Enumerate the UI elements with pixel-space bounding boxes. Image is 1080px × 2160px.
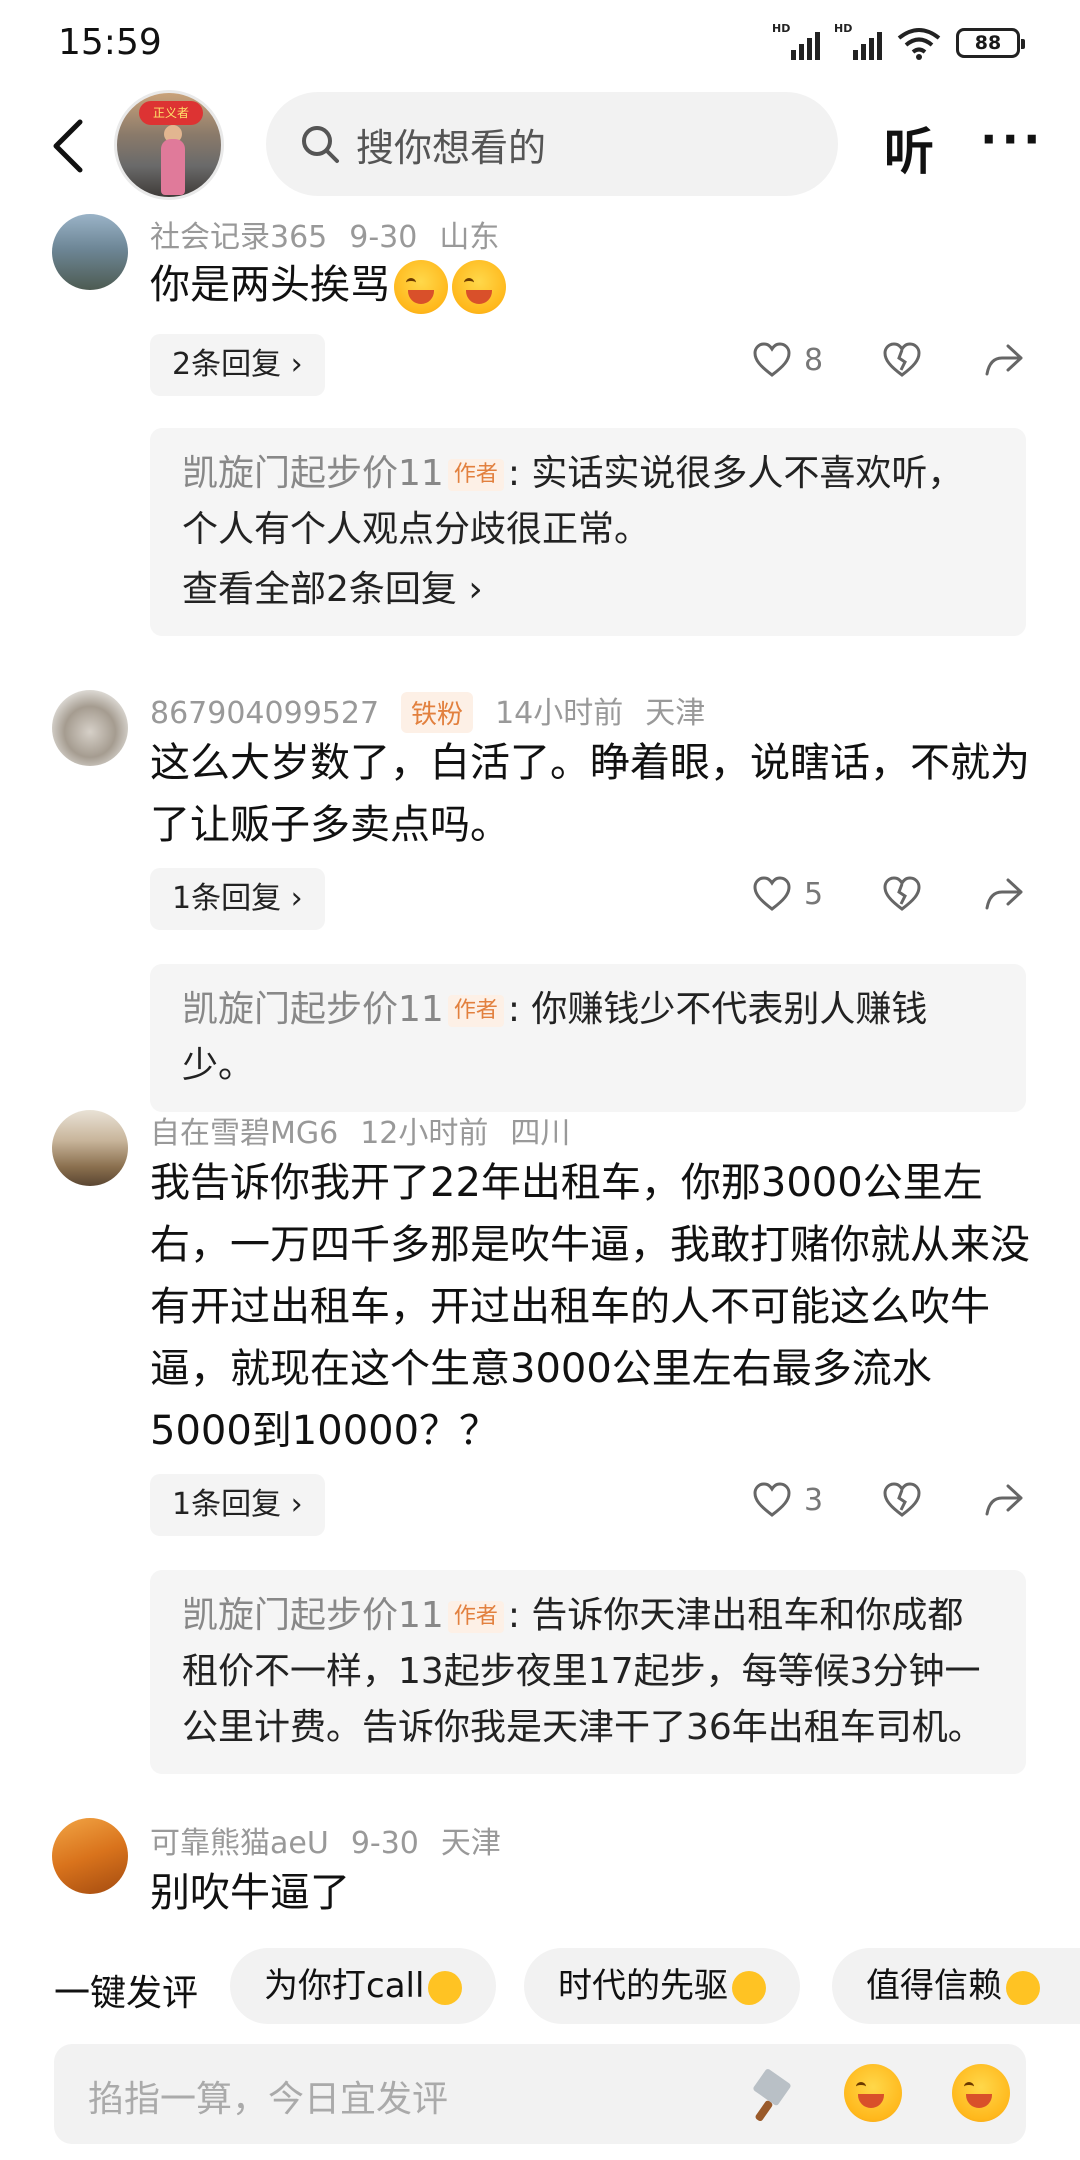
reply-author[interactable]: 凯旋门起步价11 bbox=[182, 1595, 444, 1636]
flex-emoji-icon bbox=[732, 1970, 766, 2005]
author-reply[interactable]: 凯旋门起步价11 作者: 告诉你天津出租车和你成都租价不一样，13起步夜里17起步… bbox=[150, 1570, 1026, 1774]
laughing-crying-emoji bbox=[452, 260, 506, 314]
status-icons: HD HD 88 bbox=[772, 22, 1025, 60]
more-button[interactable]: ··· bbox=[980, 112, 1044, 166]
quick-comment-bar: 一键发评 为你打call 时代的先驱 值得信赖 bbox=[0, 1946, 1080, 2026]
broken-heart-icon[interactable] bbox=[882, 1482, 922, 1518]
reply-author[interactable]: 凯旋门起步价11 bbox=[182, 453, 444, 494]
replies-button[interactable]: 1条回复 › bbox=[150, 1474, 325, 1536]
composer-placeholder: 掐指一算，今日宜发评 bbox=[88, 2079, 449, 2120]
call-me-emoji-icon bbox=[1006, 1970, 1040, 2005]
username[interactable]: 自在雪碧MG6 bbox=[150, 1116, 338, 1151]
reply-author[interactable]: 凯旋门起步价11 bbox=[182, 989, 444, 1030]
comment-text: 我告诉你我开了22年出租车，你那3000公里左右，一万四千多那是吹牛逼，我敢打赌… bbox=[150, 1160, 1030, 1454]
back-icon[interactable] bbox=[44, 116, 94, 176]
clock: 15:59 bbox=[58, 22, 162, 63]
broken-heart-icon[interactable] bbox=[882, 876, 922, 912]
comment-location: 四川 bbox=[510, 1116, 571, 1151]
author-reply[interactable]: 凯旋门起步价11 作者: 你赚钱少不代表别人赚钱少。 bbox=[150, 964, 1026, 1112]
like-button[interactable]: 5 bbox=[752, 876, 823, 912]
broken-heart-icon[interactable] bbox=[882, 342, 922, 378]
username[interactable]: 社会记录365 bbox=[150, 220, 327, 255]
comment-meta: 867904099527 铁粉 14小时前 天津 bbox=[150, 688, 727, 733]
crying-sticker-icon[interactable] bbox=[952, 2064, 1010, 2122]
comment-location: 天津 bbox=[440, 1826, 501, 1861]
replies-button[interactable]: 2条回复 › bbox=[150, 334, 325, 396]
flex-emoji-icon bbox=[428, 1970, 463, 2005]
search-icon bbox=[302, 126, 339, 163]
comment-date: 14小时前 bbox=[495, 696, 624, 731]
author-tag: 作者 bbox=[447, 1601, 504, 1633]
heart-icon bbox=[753, 1482, 791, 1517]
comment-actions: 8 bbox=[752, 334, 1042, 396]
comment-location: 山东 bbox=[439, 220, 500, 255]
search-placeholder: 搜你想看的 bbox=[356, 125, 547, 170]
comment-actions: 3 bbox=[752, 1474, 1042, 1536]
signal-icon: HD bbox=[772, 22, 820, 60]
comment-text: 你是两头挨骂 bbox=[150, 254, 1030, 316]
comment-actions: 5 bbox=[752, 868, 1042, 930]
top-nav: 正义者 搜你想看的 听 ··· bbox=[0, 90, 1080, 202]
author-reply[interactable]: 凯旋门起步价11 作者: 实话实说很多人不喜欢听，个人有个人观点分歧很正常。 查看… bbox=[150, 428, 1026, 636]
heart-icon bbox=[753, 342, 791, 377]
share-icon[interactable] bbox=[984, 342, 1024, 378]
laughing-crying-sticker-icon[interactable] bbox=[844, 2064, 902, 2122]
username[interactable]: 867904099527 bbox=[150, 696, 379, 731]
cleaver-sticker-icon[interactable] bbox=[736, 2064, 796, 2124]
avatar-badge: 正义者 bbox=[139, 101, 203, 125]
laughing-crying-emoji bbox=[394, 260, 448, 314]
comment-date: 9-30 bbox=[350, 1826, 419, 1861]
comment-date: 12小时前 bbox=[360, 1116, 489, 1151]
user-avatar[interactable] bbox=[52, 214, 128, 290]
replies-button[interactable]: 1条回复 › bbox=[150, 868, 325, 930]
comment-date: 9-30 bbox=[349, 220, 418, 255]
comment-meta: 可靠熊猫aeU 9-30 天津 bbox=[150, 1818, 523, 1862]
user-avatar[interactable] bbox=[52, 690, 128, 766]
quick-comment-chip[interactable]: 时代的先驱 bbox=[524, 1948, 800, 2024]
like-button[interactable]: 3 bbox=[752, 1482, 823, 1518]
comment-composer[interactable]: 掐指一算，今日宜发评 bbox=[54, 2044, 1026, 2144]
heart-icon bbox=[753, 876, 791, 911]
battery-icon: 88 bbox=[956, 28, 1025, 58]
username[interactable]: 可靠熊猫aeU bbox=[150, 1826, 329, 1861]
quick-comment-chip[interactable]: 值得信赖 bbox=[832, 1948, 1080, 2024]
share-icon[interactable] bbox=[984, 1482, 1024, 1518]
signal-icon-2: HD bbox=[834, 22, 882, 60]
like-count: 3 bbox=[804, 1482, 824, 1518]
like-button[interactable]: 8 bbox=[752, 342, 823, 378]
author-avatar[interactable]: 正义者 bbox=[114, 90, 224, 200]
comment-text: 这么大岁数了，白活了。睁着眼，说瞎话，不就为了让贩子多卖点吗。 bbox=[150, 740, 1030, 848]
like-count: 5 bbox=[804, 876, 824, 912]
comment-text: 别吹牛逼了 bbox=[150, 1870, 350, 1916]
like-count: 8 bbox=[804, 342, 824, 378]
quick-comment-label: 一键发评 bbox=[54, 1973, 199, 2014]
comment-meta: 社会记录365 9-30 山东 bbox=[150, 212, 521, 256]
search-input[interactable]: 搜你想看的 bbox=[266, 92, 838, 196]
wifi-icon bbox=[897, 28, 941, 60]
quick-comment-chip[interactable]: 为你打call bbox=[230, 1948, 497, 2024]
status-bar: 15:59 HD HD 88 bbox=[0, 0, 1080, 90]
view-all-replies[interactable]: 查看全部2条回复 › bbox=[182, 562, 994, 618]
share-icon[interactable] bbox=[984, 876, 1024, 912]
comment-meta: 自在雪碧MG6 12小时前 四川 bbox=[150, 1108, 592, 1152]
author-tag: 作者 bbox=[447, 995, 504, 1027]
fan-badge: 铁粉 bbox=[401, 692, 474, 733]
user-avatar[interactable] bbox=[52, 1818, 128, 1894]
listen-button[interactable]: 听 bbox=[884, 112, 934, 184]
comment-location: 天津 bbox=[645, 696, 706, 731]
author-tag: 作者 bbox=[447, 459, 504, 491]
user-avatar[interactable] bbox=[52, 1110, 128, 1186]
